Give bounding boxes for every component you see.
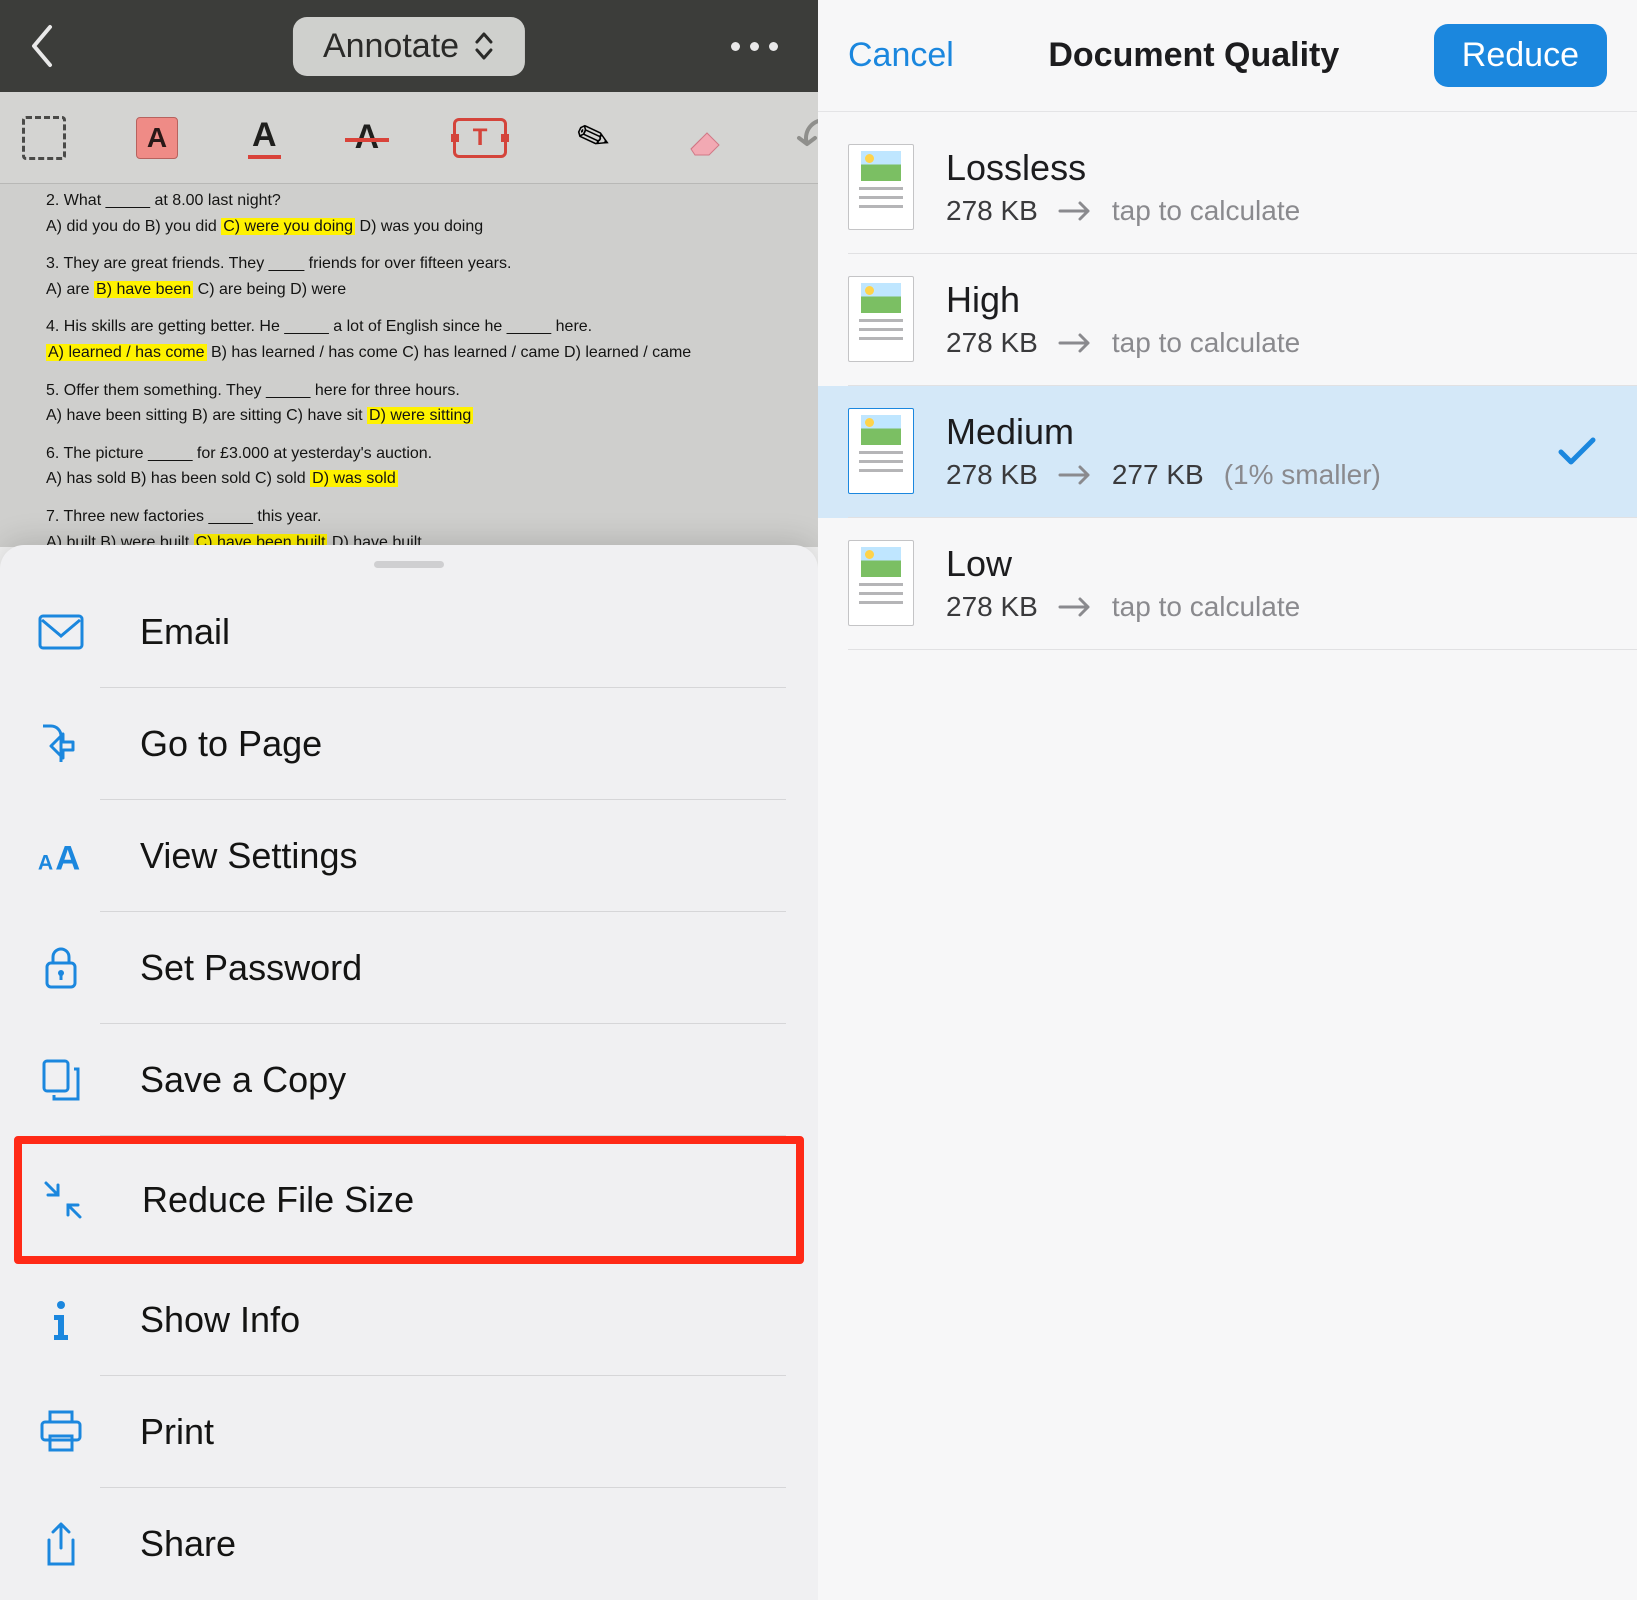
svg-text:A: A — [55, 839, 80, 876]
document-view[interactable]: 2. What _____ at 8.00 last night? A) did… — [0, 184, 818, 547]
undo-icon — [795, 118, 818, 158]
back-icon[interactable] — [28, 23, 58, 69]
goto-icon — [36, 722, 86, 766]
quality-sub: 278 KB 277 KB (1% smaller) — [946, 459, 1605, 491]
mode-label: Annotate — [323, 27, 459, 66]
quality-name: Lossless — [946, 147, 1605, 189]
action-sheet: Email Go to Page AA View Settings Set Pa… — [0, 545, 818, 1600]
menu-print[interactable]: Print — [0, 1376, 818, 1488]
quality-name: High — [946, 279, 1605, 321]
menu-label: Print — [140, 1411, 214, 1453]
right-pane: Cancel Document Quality Reduce Lossless … — [818, 0, 1637, 1600]
menu-label: Save a Copy — [140, 1059, 346, 1101]
highlight-tool[interactable]: A — [136, 117, 178, 159]
more-icon[interactable] — [731, 42, 778, 51]
menu-goto-page[interactable]: Go to Page — [0, 688, 818, 800]
arrow-right-icon — [1058, 199, 1092, 223]
top-bar: Annotate — [0, 0, 818, 92]
menu-label: Email — [140, 611, 230, 653]
text-size-icon: AA — [36, 836, 86, 876]
info-icon — [36, 1297, 86, 1343]
mode-selector[interactable]: Annotate — [293, 17, 525, 76]
menu-reduce-file-size[interactable]: Reduce File Size — [22, 1144, 796, 1256]
highlight-frame: Reduce File Size — [14, 1136, 804, 1264]
quality-name: Medium — [946, 411, 1605, 453]
document-content: 2. What _____ at 8.00 last night? A) did… — [0, 184, 818, 547]
sheet-grabber[interactable] — [374, 561, 444, 568]
doc-thumb-icon — [848, 540, 914, 626]
quality-option-high[interactable]: High 278 KB tap to calculate — [818, 254, 1637, 386]
doc-thumb-icon — [848, 144, 914, 230]
cancel-button[interactable]: Cancel — [848, 36, 954, 75]
chevron-updown-icon — [473, 30, 495, 62]
svg-text:A: A — [38, 851, 53, 874]
strikethrough-tool[interactable]: A — [351, 118, 384, 157]
arrow-right-icon — [1058, 595, 1092, 619]
menu-label: View Settings — [140, 835, 357, 877]
menu-label: Set Password — [140, 947, 362, 989]
eraser-icon — [681, 119, 725, 157]
textbox-tool[interactable] — [453, 118, 507, 158]
mail-icon — [36, 614, 86, 650]
arrow-right-icon — [1058, 331, 1092, 355]
page-title: Document Quality — [1048, 36, 1339, 75]
quality-name: Low — [946, 543, 1605, 585]
quality-list: Lossless 278 KB tap to calculate High 27… — [818, 112, 1637, 650]
menu-set-password[interactable]: Set Password — [0, 912, 818, 1024]
menu-label: Reduce File Size — [142, 1179, 414, 1221]
underline-tool[interactable]: A — [248, 116, 281, 159]
pen-tool[interactable]: ✎ — [577, 115, 611, 161]
quality-sub: 278 KB tap to calculate — [946, 327, 1605, 359]
menu-save-copy[interactable]: Save a Copy — [0, 1024, 818, 1136]
lock-icon — [36, 945, 86, 991]
menu-email[interactable]: Email — [0, 576, 818, 688]
left-pane: Annotate A A A ✎ 2. What _____ at 8.00 l… — [0, 0, 818, 1600]
doc-thumb-icon — [848, 408, 914, 494]
quality-sub: 278 KB tap to calculate — [946, 195, 1605, 227]
compress-icon — [38, 1177, 88, 1223]
checkmark-icon — [1557, 436, 1597, 468]
menu-share[interactable]: Share — [0, 1488, 818, 1600]
print-icon — [36, 1410, 86, 1454]
menu-show-info[interactable]: Show Info — [0, 1264, 818, 1376]
undo-button[interactable] — [795, 118, 818, 158]
menu-label: Go to Page — [140, 723, 322, 765]
eraser-tool[interactable] — [681, 119, 725, 157]
copy-icon — [36, 1057, 86, 1103]
quality-option-lossless[interactable]: Lossless 278 KB tap to calculate — [818, 122, 1637, 254]
doc-thumb-icon — [848, 276, 914, 362]
quality-option-medium[interactable]: Medium 278 KB 277 KB (1% smaller) — [818, 386, 1637, 518]
quality-header: Cancel Document Quality Reduce — [818, 0, 1637, 112]
pen-icon: ✎ — [570, 110, 617, 165]
quality-option-low[interactable]: Low 278 KB tap to calculate — [818, 518, 1637, 650]
share-icon — [36, 1520, 86, 1568]
quality-sub: 278 KB tap to calculate — [946, 591, 1605, 623]
arrow-right-icon — [1058, 463, 1092, 487]
menu-label: Share — [140, 1523, 236, 1565]
annotate-toolbar: A A A ✎ — [0, 92, 818, 184]
menu-view-settings[interactable]: AA View Settings — [0, 800, 818, 912]
menu-label: Show Info — [140, 1299, 300, 1341]
selection-tool[interactable] — [22, 116, 66, 160]
reduce-button[interactable]: Reduce — [1434, 24, 1607, 87]
